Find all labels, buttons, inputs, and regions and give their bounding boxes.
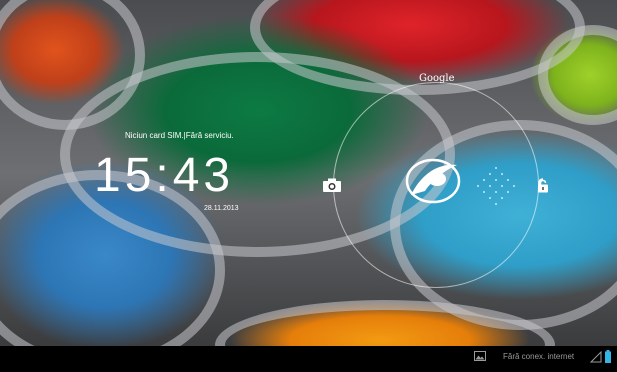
google-search-label[interactable]: Google bbox=[419, 73, 455, 84]
battery-icon bbox=[605, 350, 611, 363]
unlock-icon bbox=[538, 178, 548, 193]
date: 28.11.2013 bbox=[204, 205, 239, 212]
image-icon bbox=[474, 351, 486, 361]
unlock-guide-dots bbox=[477, 167, 515, 205]
camera-icon bbox=[323, 178, 341, 192]
camera-target[interactable] bbox=[320, 173, 344, 197]
signal-icon bbox=[590, 351, 602, 363]
carrier-status: Niciun card SIM.|Fără serviciu. bbox=[125, 131, 234, 140]
lock-screen: Niciun card SIM.|Fără serviciu. 15:43 28… bbox=[0, 0, 617, 372]
unlock-handle[interactable] bbox=[403, 155, 463, 207]
unlock-target[interactable] bbox=[533, 174, 553, 196]
unlock-handle-icon bbox=[405, 158, 461, 204]
connection-status: Fără conex. internet bbox=[503, 352, 575, 361]
clock: 15:43 bbox=[94, 149, 235, 202]
